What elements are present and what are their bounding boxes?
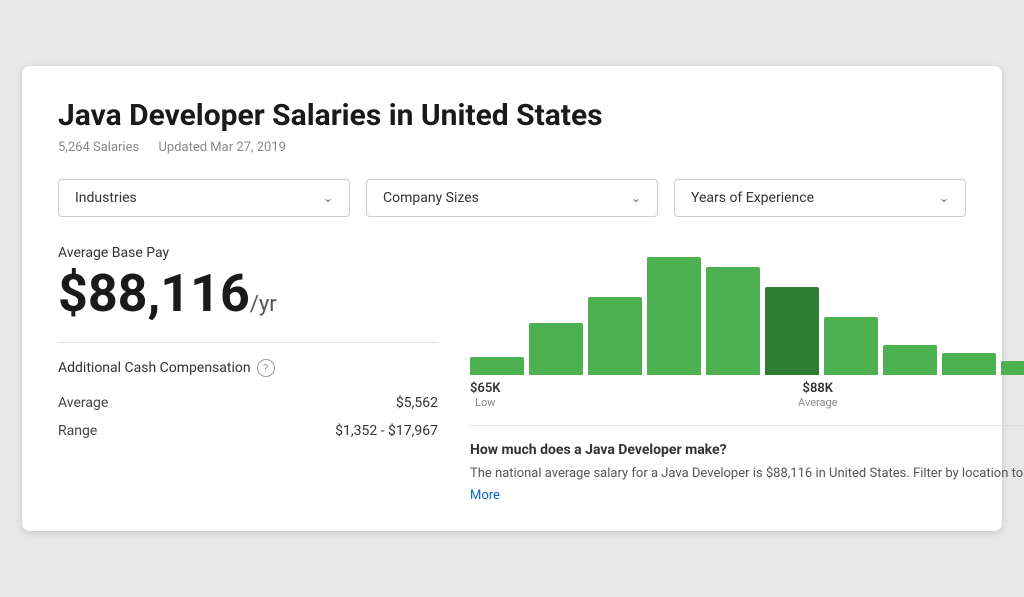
comp-row: Range $1,352 - $17,967: [58, 417, 438, 445]
histogram-bar: [942, 353, 996, 375]
filter-industries[interactable]: Industries ⌄: [58, 179, 350, 217]
filter-label: Years of Experience: [691, 190, 814, 206]
filter-row: Industries⌄Company Sizes⌄Years of Experi…: [58, 179, 966, 217]
histogram: $65KLow$88KAverage$121KHigh: [470, 245, 1024, 409]
filter-label: Company Sizes: [383, 190, 479, 206]
histogram-bar: [706, 267, 760, 375]
histogram-bar: [824, 317, 878, 375]
per-yr: /yr: [250, 292, 277, 317]
main-content: Average Base Pay $88,116/yr Additional C…: [58, 245, 966, 503]
comp-row-value: $5,562: [396, 395, 438, 411]
updated-date: Updated Mar 27, 2019: [158, 140, 286, 155]
histogram-bar: [470, 357, 524, 375]
salary-card: Java Developer Salaries in United States…: [22, 66, 1002, 531]
info-text: The national average salary for a Java D…: [470, 464, 1024, 484]
comp-row: Average $5,562: [58, 389, 438, 417]
more-link[interactable]: More: [470, 488, 500, 503]
histogram-bar: [1001, 361, 1024, 375]
page-title: Java Developer Salaries in United States: [58, 98, 966, 134]
histogram-bar: [588, 297, 642, 375]
cash-comp-label: Additional Cash Compensation: [58, 360, 251, 376]
histogram-bar: [647, 257, 701, 375]
histogram-bar: [529, 323, 583, 375]
help-icon[interactable]: ?: [257, 359, 275, 377]
histogram-label-group: $88KAverage: [798, 381, 838, 409]
comp-row-value: $1,352 - $17,967: [335, 423, 438, 439]
hist-label-value: $88K: [798, 381, 838, 396]
cash-comp-header: Additional Cash Compensation ?: [58, 359, 438, 377]
comp-row-label: Average: [58, 395, 108, 411]
histogram-label-group: $65KLow: [470, 381, 501, 409]
chevron-down-icon: ⌄: [323, 191, 333, 205]
histogram-bar: [765, 287, 819, 375]
avg-base-pay-label: Average Base Pay: [58, 245, 438, 261]
histogram-labels: $65KLow$88KAverage$121KHigh: [470, 381, 1024, 409]
info-title: How much does a Java Developer make?: [470, 442, 1024, 458]
chevron-down-icon: ⌄: [631, 191, 641, 205]
hist-label-desc: Average: [798, 396, 838, 409]
left-panel: Average Base Pay $88,116/yr Additional C…: [58, 245, 438, 503]
filter-label: Industries: [75, 190, 137, 206]
hist-label-value: $65K: [470, 381, 501, 396]
subtitle: 5,264 Salaries Updated Mar 27, 2019: [58, 140, 966, 155]
histogram-bar: [883, 345, 937, 375]
histogram-bars: [470, 245, 1024, 375]
comp-rows: Average $5,562 Range $1,352 - $17,967: [58, 389, 438, 445]
comp-row-label: Range: [58, 423, 97, 439]
filter-company-sizes[interactable]: Company Sizes ⌄: [366, 179, 658, 217]
divider: [58, 342, 438, 343]
salary-value: $88,116: [58, 263, 250, 324]
info-section: How much does a Java Developer make? The…: [470, 425, 1024, 503]
salaries-count: 5,264 Salaries: [58, 140, 139, 155]
filter-years-of-experience[interactable]: Years of Experience ⌄: [674, 179, 966, 217]
right-panel: $65KLow$88KAverage$121KHigh How much doe…: [470, 245, 1024, 503]
avg-base-pay-value: $88,116/yr: [58, 265, 438, 322]
chevron-down-icon: ⌄: [939, 191, 949, 205]
hist-label-desc: Low: [470, 396, 501, 409]
